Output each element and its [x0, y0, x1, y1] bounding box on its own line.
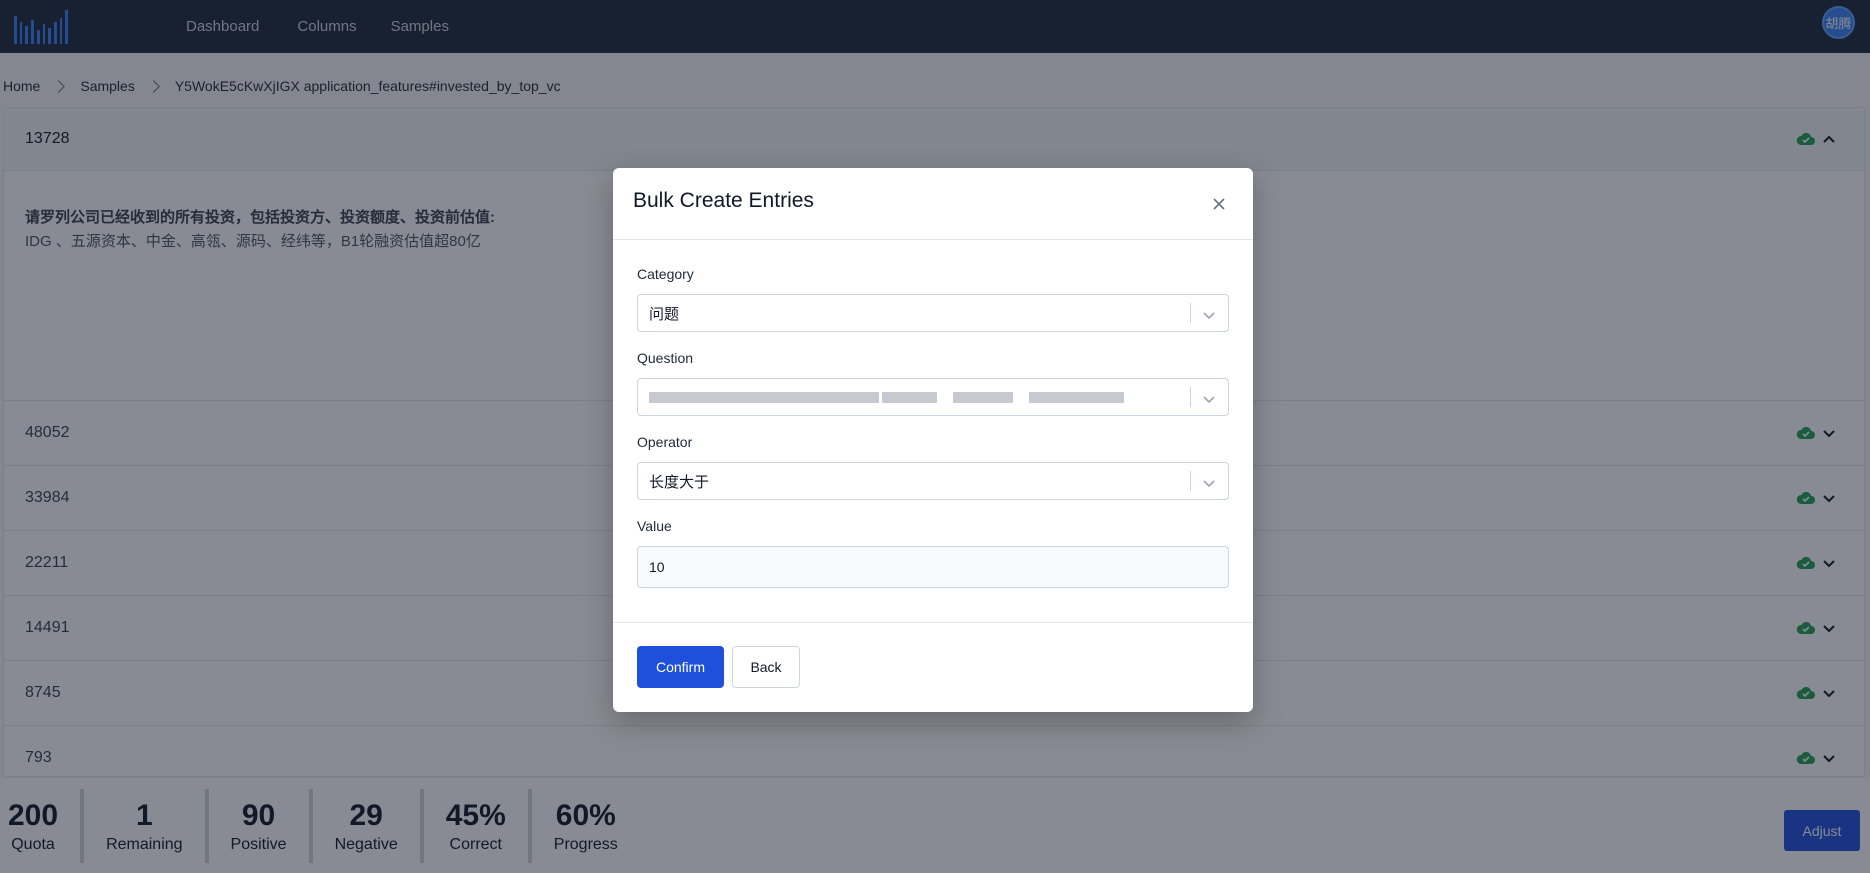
back-button[interactable]: Back — [732, 646, 800, 688]
modal-footer: Confirm Back — [613, 623, 1253, 711]
value-label: Value — [637, 518, 672, 534]
category-label: Category — [637, 266, 694, 282]
select-divider — [1190, 471, 1191, 491]
modal-body: Category 问题 Question Operator 长度大于 Value… — [613, 240, 1253, 623]
blurred-question-text — [649, 391, 1124, 403]
close-icon[interactable] — [1211, 196, 1227, 212]
select-divider — [1190, 303, 1191, 323]
category-field: Category 问题 — [637, 266, 1229, 332]
operator-value: 长度大于 — [649, 473, 710, 491]
chevron-down-icon[interactable] — [1202, 476, 1216, 488]
bulk-create-modal: Bulk Create Entries Category 问题 Question — [613, 168, 1253, 712]
operator-field: Operator 长度大于 — [637, 434, 1229, 500]
category-value: 问题 — [649, 305, 680, 323]
chevron-down-icon[interactable] — [1202, 392, 1216, 404]
modal-header: Bulk Create Entries — [613, 168, 1253, 240]
select-divider — [1190, 387, 1191, 407]
question-label: Question — [637, 350, 694, 366]
question-select[interactable] — [637, 378, 1229, 416]
question-field: Question — [637, 350, 1229, 416]
operator-select[interactable]: 长度大于 — [637, 462, 1229, 500]
confirm-button[interactable]: Confirm — [637, 646, 724, 688]
value-field: Value — [637, 518, 1229, 588]
operator-label: Operator — [637, 434, 693, 450]
modal-title: Bulk Create Entries — [633, 188, 814, 212]
category-select[interactable]: 问题 — [637, 294, 1229, 332]
value-input[interactable] — [637, 546, 1229, 588]
chevron-down-icon[interactable] — [1202, 308, 1216, 320]
